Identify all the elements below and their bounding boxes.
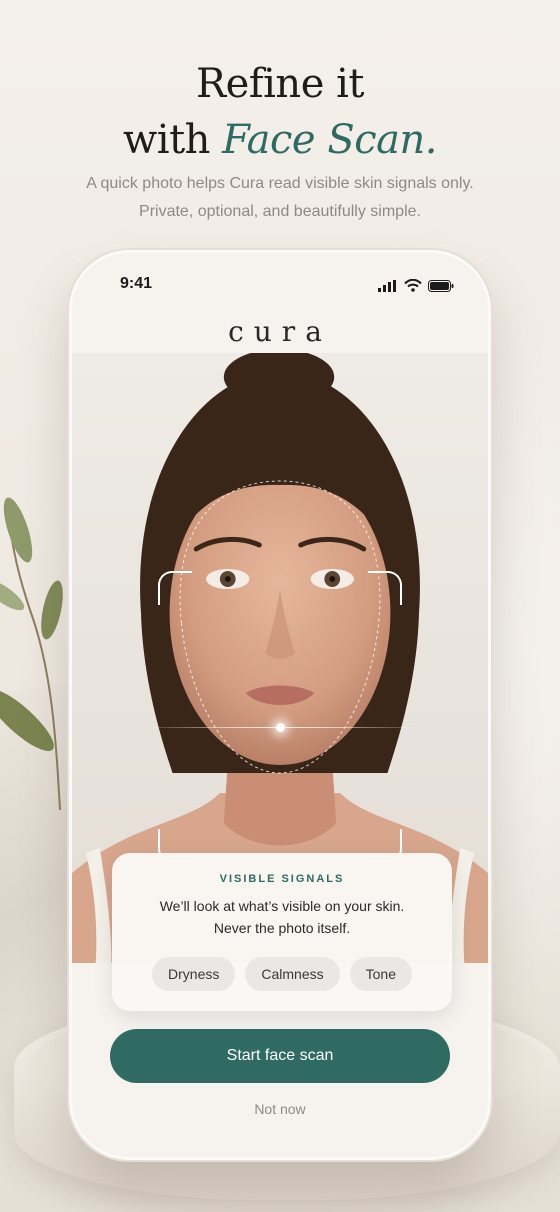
headline-accent: Face Scan. [222, 117, 437, 163]
headline-line-2-prefix: with [123, 117, 210, 163]
scan-frame-corner-top-right [368, 571, 402, 605]
olive-branch-icon [0, 497, 63, 810]
page-subtitle: A quick photo helps Cura read visible sk… [0, 170, 560, 226]
status-time: 9:41 [120, 275, 153, 292]
visible-signals-card: VISIBLE SIGNALS We’ll look at what’s vis… [112, 853, 452, 1011]
card-label: VISIBLE SIGNALS [219, 873, 345, 885]
start-face-scan-button[interactable]: Start face scan [110, 1029, 450, 1083]
chip-dryness[interactable]: Dryness [152, 957, 236, 991]
brand-logo: cura [228, 315, 332, 348]
status-icons [378, 279, 454, 292]
card-text-line-2: Never the photo itself. [213, 920, 351, 936]
headline-line-1: Refine it [196, 61, 364, 107]
battery-icon [428, 279, 454, 292]
card-text: We’ll look at what’s visible on your ski… [112, 895, 452, 939]
not-now-link[interactable]: Not now [72, 1101, 488, 1117]
scan-dot [276, 723, 285, 732]
status-bar: 9:41 [72, 275, 488, 299]
headline-line-2: with Face Scan. [0, 112, 560, 168]
subtitle-line-1: A quick photo helps Cura read visible sk… [86, 175, 474, 192]
subtitle-line-2: Private, optional, and beautifully simpl… [139, 203, 421, 220]
chip-calmness[interactable]: Calmness [245, 957, 340, 991]
wifi-icon [404, 279, 422, 292]
page-headline: Refine it with Face Scan. [0, 56, 560, 168]
card-text-line-1: We’ll look at what’s visible on your ski… [159, 898, 405, 914]
signal-chips: Dryness Calmness Tone [112, 957, 452, 991]
scan-frame-corner-top-left [158, 571, 192, 605]
signal-icon [378, 279, 396, 292]
chip-tone[interactable]: Tone [349, 957, 412, 991]
phone-mockup: 9:41 cura VISIBLE SIGNALS We’ll look at … [69, 250, 491, 1160]
